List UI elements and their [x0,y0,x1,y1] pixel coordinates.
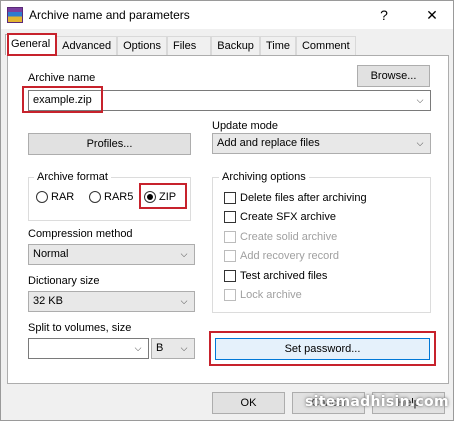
radio-icon [89,191,101,203]
dictionary-size-label: Dictionary size [28,275,100,287]
winrar-logo-icon [7,7,23,23]
add-recovery-label: Add recovery record [240,250,340,262]
format-rar5-label: RAR5 [104,191,134,203]
split-unit-value: B [156,342,164,354]
format-zip-label: ZIP [159,191,177,203]
chevron-down-icon: ⌵ [180,343,188,353]
checkbox-icon [224,270,236,282]
checkbox-icon [224,211,236,223]
format-rar-label: RAR [51,191,75,203]
lock-archive-label: Lock archive [240,289,302,301]
chevron-down-icon: ⌵ [180,296,188,306]
help-question-icon[interactable]: ? [373,5,395,25]
dictionary-size-select[interactable]: 32 KB ⌵ [28,291,195,312]
tab-comment[interactable]: Comment [295,36,356,55]
chevron-down-icon[interactable]: ⌵ [414,91,426,110]
radio-icon [36,191,48,203]
compression-method-label: Compression method [28,228,133,240]
format-zip-radio[interactable]: ZIP [144,191,176,203]
archive-name-input[interactable]: example.zip ⌵ [28,90,431,111]
archiving-options-label: Archiving options [219,171,309,183]
archive-name-value: example.zip [33,94,92,106]
checkbox-icon [224,289,236,301]
watermark: sitemadhisin.com [305,394,449,410]
create-sfx-checkbox[interactable]: Create SFX archive [224,211,336,223]
tab-time[interactable]: Time [259,36,296,55]
archive-format-label: Archive format [34,171,111,183]
ok-button[interactable]: OK [212,392,285,414]
format-rar5-radio[interactable]: RAR5 [89,191,133,203]
archive-name-label: Archive name [28,72,96,84]
tab-backup[interactable]: Backup [211,36,260,55]
format-rar-radio[interactable]: RAR [36,191,74,203]
tab-strip: General Advanced Options Files Backup Ti… [5,34,356,55]
compression-method-value: Normal [33,248,69,260]
checkbox-icon [224,231,236,243]
tab-files[interactable]: Files [167,36,212,55]
checkbox-icon [224,192,236,204]
close-icon[interactable]: ✕ [421,5,443,25]
chevron-down-icon[interactable]: ⌵ [132,339,144,358]
browse-button[interactable]: Browse... [357,65,430,87]
set-password-button[interactable]: Set password... [215,338,430,360]
chevron-down-icon: ⌵ [416,138,424,148]
split-size-input[interactable]: ⌵ [28,338,149,359]
dictionary-size-value: 32 KB [33,295,63,307]
update-mode-select[interactable]: Add and replace files ⌵ [212,133,431,154]
delete-files-label: Delete files after archiving [240,192,367,204]
update-mode-label: Update mode [212,120,279,132]
delete-files-checkbox[interactable]: Delete files after archiving [224,192,367,204]
split-volumes-label: Split to volumes, size [28,322,132,334]
tab-advanced[interactable]: Advanced [56,36,118,55]
create-solid-checkbox[interactable]: Create solid archive [224,231,337,243]
checkbox-icon [224,250,236,262]
title-bar: Archive name and parameters ? ✕ [1,1,453,29]
compression-method-select[interactable]: Normal ⌵ [28,244,195,265]
create-solid-label: Create solid archive [240,231,338,243]
create-sfx-label: Create SFX archive [240,211,336,223]
general-panel: Archive name Browse... example.zip ⌵ Upd… [7,55,449,384]
radio-selected-icon [144,191,156,203]
archive-dialog: Archive name and parameters ? ✕ General … [0,0,454,421]
test-archived-checkbox[interactable]: Test archived files [224,270,327,282]
profiles-button[interactable]: Profiles... [28,133,191,155]
chevron-down-icon: ⌵ [180,249,188,259]
split-unit-select[interactable]: B ⌵ [151,338,195,359]
update-mode-value: Add and replace files [217,137,320,149]
window-title: Archive name and parameters [29,8,190,22]
tab-options[interactable]: Options [117,36,167,55]
tab-general[interactable]: General [5,34,57,55]
add-recovery-checkbox[interactable]: Add recovery record [224,250,339,262]
lock-archive-checkbox[interactable]: Lock archive [224,289,302,301]
test-archived-label: Test archived files [240,270,328,282]
